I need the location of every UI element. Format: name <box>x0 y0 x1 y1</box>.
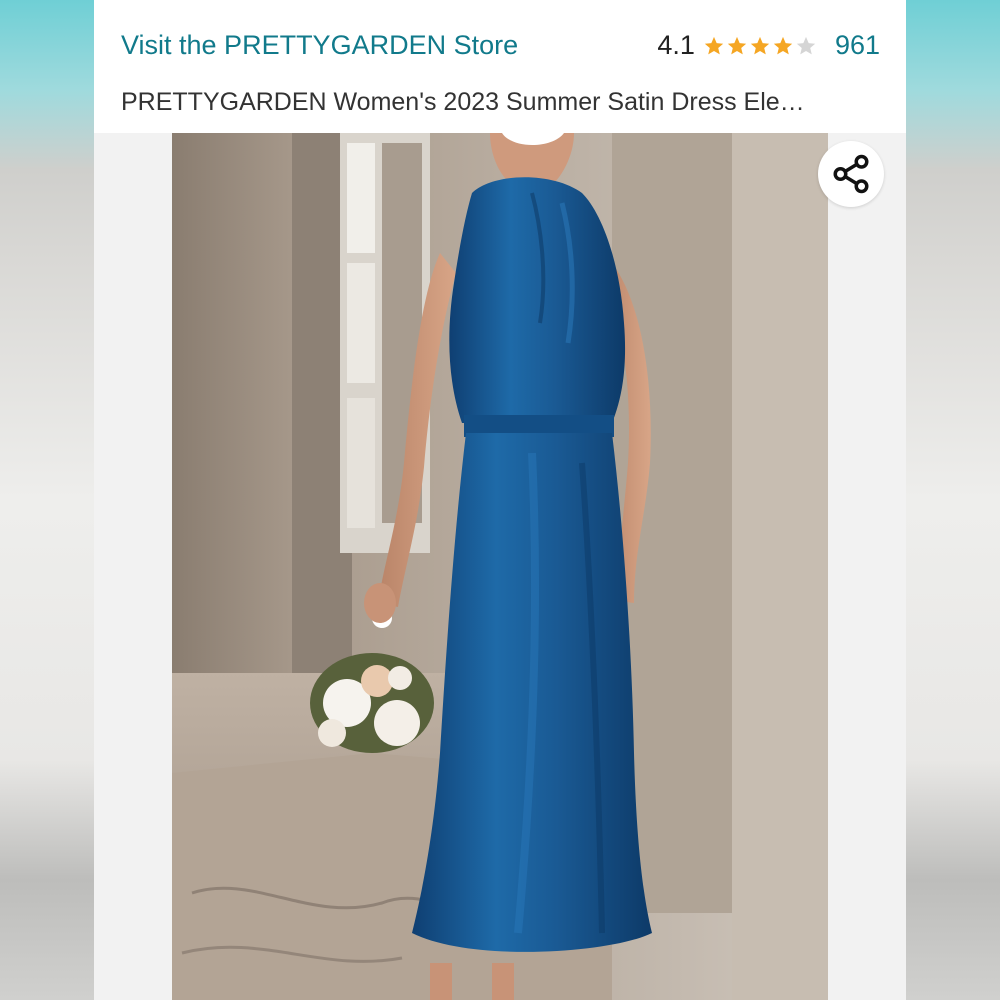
left-backdrop <box>0 0 94 1000</box>
star-icon-empty <box>796 36 816 54</box>
star-icon <box>704 36 724 54</box>
product-title: PRETTYGARDEN Women's 2023 Summer Satin D… <box>121 88 805 116</box>
star-icon <box>750 36 770 54</box>
product-card: Visit the PRETTYGARDEN Store 4.1 961 PRE… <box>94 0 906 1000</box>
star-icon <box>773 36 793 54</box>
right-backdrop <box>906 0 1000 1000</box>
star-icon <box>727 36 747 54</box>
rating-summary[interactable]: 4.1 961 <box>657 30 880 61</box>
product-image[interactable] <box>172 133 828 1000</box>
rating-value: 4.1 <box>657 30 695 60</box>
product-header: Visit the PRETTYGARDEN Store 4.1 961 PRE… <box>94 0 906 133</box>
product-image-area[interactable] <box>94 133 906 1000</box>
review-count[interactable]: 961 <box>835 30 880 61</box>
store-link[interactable]: Visit the PRETTYGARDEN Store <box>121 30 518 61</box>
star-rating <box>703 35 817 57</box>
share-button[interactable] <box>818 141 884 207</box>
share-icon <box>833 154 869 194</box>
